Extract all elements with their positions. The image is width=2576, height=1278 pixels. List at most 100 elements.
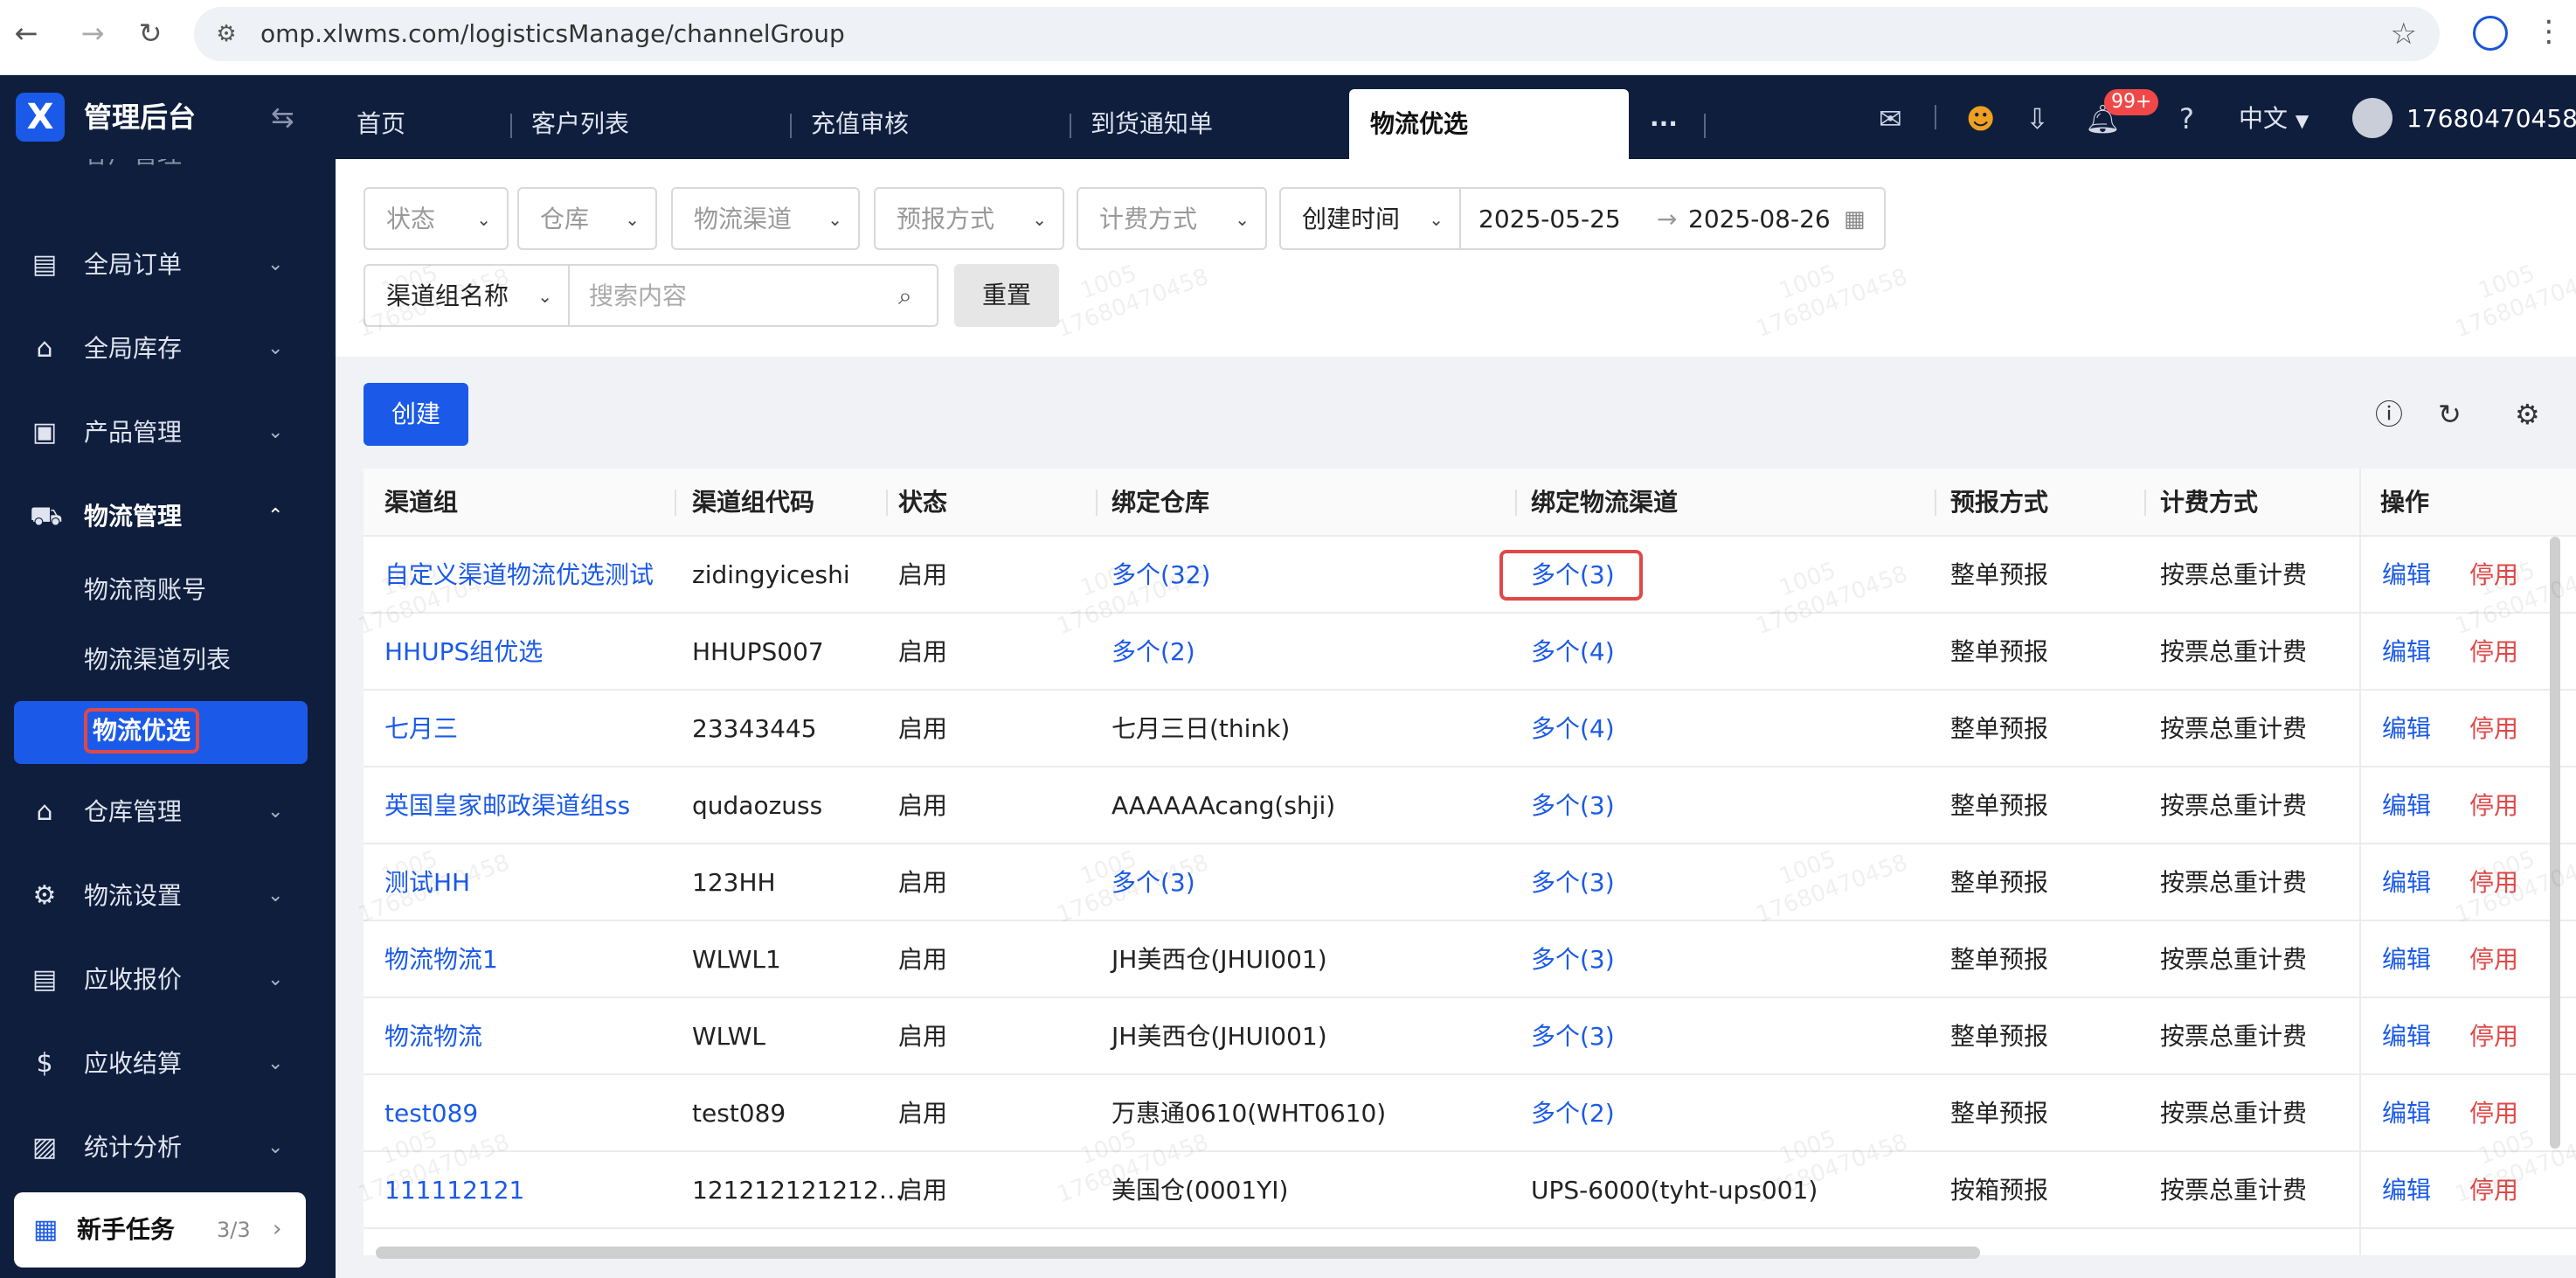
more-tabs-icon[interactable]: ··· [1629,89,1699,159]
sidebar-item-receivable-settlement[interactable]: $ 应收结算 ⌄ [0,1033,336,1094]
bookmark-star-icon[interactable]: ☆ [2391,17,2417,51]
cell-group[interactable]: 物流物流 [384,1020,482,1053]
avatar[interactable] [2352,98,2392,138]
warehouse-select[interactable]: 仓库 ⌄ [517,187,657,250]
inbox-icon[interactable]: ✉ [1879,101,1902,136]
tab-logistics-preference[interactable]: 物流优选 [1349,89,1629,159]
sidebar-subitem-logistics-preference[interactable]: 物流优选 [14,701,308,764]
billing-select[interactable]: 计费方式 ⌄ [1077,187,1267,250]
sidebar-item-logistics-settings[interactable]: ⚙ 物流设置 ⌄ [0,865,336,927]
disable-link[interactable]: 停用 [2469,1020,2518,1053]
vertical-scrollbar[interactable] [2550,537,2560,1149]
site-settings-icon[interactable]: ⚙ [211,19,241,49]
date-range-picker[interactable]: 2025-05-25 → 2025-08-26 ▦ [1459,187,1886,250]
edit-link[interactable]: 编辑 [2382,636,2431,669]
search-icon[interactable]: ⌕ [898,280,912,313]
language-select[interactable]: 中文 ▼ [2239,101,2309,138]
address-bar[interactable]: ⚙ omp.xlwms.com/logisticsManage/channelG… [194,7,2440,61]
tab-customer-list[interactable]: 客户列表 [510,89,790,159]
edit-link[interactable]: 编辑 [2382,1174,2431,1207]
cell-code: zidingyiceshi [692,560,850,589]
help-icon[interactable]: ? [2179,101,2194,136]
cell-channel[interactable]: 多个(3) [1499,550,1643,601]
reload-icon[interactable]: ↻ [133,16,168,51]
cell-group[interactable]: 七月三 [384,712,458,746]
time-type-select[interactable]: 创建时间 ⌄ [1279,187,1461,250]
profile-icon[interactable] [2473,16,2508,51]
search-field-select[interactable]: 渠道组名称 ⌄ [364,264,570,327]
cell-group[interactable]: 测试HH [384,866,470,899]
search-input[interactable]: 搜索内容 ⌕ [568,264,938,327]
cell-status: 启用 [898,1099,948,1128]
tab-recharge-review[interactable]: 充值审核 [790,89,1070,159]
help-icon[interactable]: ⓘ [2375,397,2403,432]
edit-link[interactable]: 编辑 [2382,1097,2431,1130]
column-settings-icon[interactable]: ⚙ [2515,397,2540,432]
sidebar-item-products[interactable]: ▣ 产品管理 ⌄ [0,402,336,463]
edit-link[interactable]: 编辑 [2382,712,2431,746]
forecast-select[interactable]: 预报方式 ⌄ [874,187,1064,250]
cell-channel[interactable]: 多个(3) [1531,1020,1615,1053]
sidebar-item-receivable-quote[interactable]: ▤ 应收报价 ⌄ [0,949,336,1011]
sidebar-item-warehouse[interactable]: ⌂ 仓库管理 ⌄ [0,781,336,843]
chevron-down-icon: ⌄ [537,286,552,307]
disable-link[interactable]: 停用 [2469,866,2518,899]
edit-link[interactable]: 编辑 [2382,559,2431,592]
robot-icon[interactable]: ☻ [1966,101,1995,136]
column-separator [886,490,888,516]
cell-group[interactable]: HHUPS组优选 [384,636,543,669]
horizontal-scrollbar[interactable] [376,1247,1980,1259]
reset-button[interactable]: 重置 [954,264,1059,327]
edit-link[interactable]: 编辑 [2382,789,2431,823]
download-icon[interactable]: ⇩ [2025,101,2049,136]
url-text[interactable]: omp.xlwms.com/logisticsManage/channelGro… [260,19,845,49]
date-start[interactable]: 2025-05-25 [1478,203,1621,236]
disable-link[interactable]: 停用 [2469,1097,2518,1130]
sidebar-item-logistics[interactable]: ⛟ 物流管理 ⌃ [0,486,336,547]
cell-group[interactable]: 物流物流1 [384,943,498,976]
cell-warehouse[interactable]: 多个(3) [1111,866,1195,899]
cell-warehouse[interactable]: 多个(2) [1111,636,1195,669]
newbie-task-card[interactable]: ▦ 新手任务 3/3 › [14,1192,306,1268]
channel-select[interactable]: 物流渠道 ⌄ [671,187,860,250]
cell-channel[interactable]: 多个(4) [1531,636,1615,669]
cell-channel[interactable]: 多个(3) [1531,866,1615,899]
browser-menu-icon[interactable]: ⋮ [2534,14,2564,49]
refresh-icon[interactable]: ↻ [2438,397,2462,432]
cell-group[interactable]: 英国皇家邮政渠道组ss [384,789,630,823]
forward-icon[interactable]: → [75,16,110,51]
create-button[interactable]: 创建 [364,383,468,446]
sidebar-item-partial[interactable]: 客户管理 [0,159,336,185]
sidebar-item-orders[interactable]: ▤ 全局订单 ⌄ [0,234,336,295]
collapse-sidebar-icon[interactable]: ⇆ [271,100,294,135]
disable-link[interactable]: 停用 [2469,789,2518,823]
logo-icon: X [16,93,65,142]
tab-home[interactable]: 首页 [336,89,510,159]
cell-channel[interactable]: 多个(2) [1531,1097,1615,1130]
sidebar-item-statistics[interactable]: ▨ 统计分析 ⌄ [0,1117,336,1178]
edit-link[interactable]: 编辑 [2382,866,2431,899]
cell-channel[interactable]: 多个(3) [1531,943,1615,976]
cell-channel[interactable]: 多个(3) [1531,789,1615,823]
disable-link[interactable]: 停用 [2469,559,2518,592]
sidebar-subitem-channel-list[interactable]: 物流渠道列表 [0,633,336,687]
column-header-warehouse: 绑定仓库 [1111,488,1210,517]
disable-link[interactable]: 停用 [2469,1174,2518,1207]
tab-arrival-notice[interactable]: 到货通知单 [1070,89,1349,159]
cell-group[interactable]: 自定义渠道物流优选测试 [384,559,654,592]
edit-link[interactable]: 编辑 [2382,1020,2431,1053]
disable-link[interactable]: 停用 [2469,636,2518,669]
status-select[interactable]: 状态 ⌄ [364,187,509,250]
cell-group[interactable]: test089 [384,1097,478,1130]
edit-link[interactable]: 编辑 [2382,943,2431,976]
date-end[interactable]: 2025-08-26 [1688,203,1831,236]
disable-link[interactable]: 停用 [2469,712,2518,746]
disable-link[interactable]: 停用 [2469,943,2518,976]
sidebar-item-inventory[interactable]: ⌂ 全局库存 ⌄ [0,318,336,379]
cell-group[interactable]: 111112121 [384,1174,524,1207]
cell-channel[interactable]: 多个(4) [1531,712,1615,746]
back-icon[interactable]: ← [9,16,44,51]
cell-warehouse[interactable]: 多个(32) [1111,559,1210,592]
user-account[interactable]: 17680470458 [2406,101,2576,136]
sidebar-subitem-carrier-account[interactable]: 物流商账号 [0,563,336,617]
